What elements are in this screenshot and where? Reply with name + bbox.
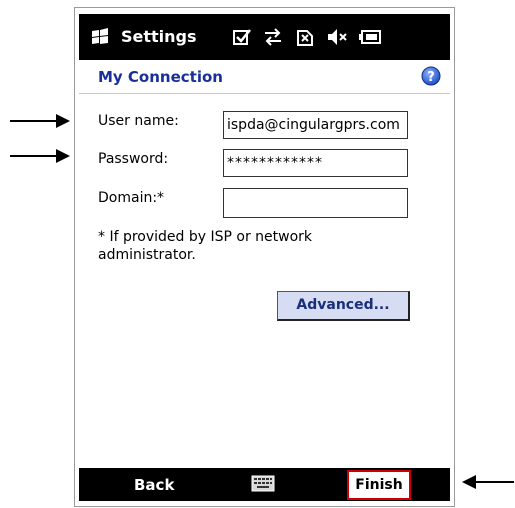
windows-flag-icon[interactable] (89, 26, 111, 48)
callout-arrow-finish (462, 475, 514, 489)
svg-text:?: ? (427, 70, 435, 85)
username-field[interactable]: ispda@cingulargprs.com (223, 111, 408, 139)
device-screen: Settings My Connection ? User name: ispd… (79, 14, 450, 501)
device-frame: Settings My Connection ? User name: ispd… (74, 7, 455, 507)
page-header: My Connection ? (79, 60, 450, 94)
battery-icon (359, 30, 381, 44)
keyboard-icon[interactable] (251, 475, 275, 492)
title-bar: Settings (79, 14, 450, 60)
page-title: My Connection (98, 68, 223, 86)
callout-arrow-username (10, 114, 70, 128)
checkbox-icon (233, 29, 251, 45)
username-label: User name: (98, 113, 179, 129)
help-icon[interactable]: ? (421, 66, 441, 86)
soft-key-bar: Back Finish (79, 468, 450, 501)
password-label: Password: (98, 151, 169, 167)
data-connection-icon (265, 28, 281, 46)
no-sim-icon (297, 30, 313, 46)
domain-field[interactable] (223, 188, 408, 218)
domain-label: Domain:* (98, 190, 165, 206)
advanced-button[interactable]: Advanced... (277, 291, 410, 321)
callout-arrow-password (10, 149, 70, 163)
finish-button[interactable]: Finish (347, 470, 411, 500)
app-title: Settings (121, 27, 197, 46)
isp-note: * If provided by ISP or network administ… (98, 229, 313, 263)
password-field[interactable]: ************ (223, 149, 408, 177)
back-button[interactable]: Back (134, 476, 174, 494)
volume-muted-icon (328, 29, 347, 45)
